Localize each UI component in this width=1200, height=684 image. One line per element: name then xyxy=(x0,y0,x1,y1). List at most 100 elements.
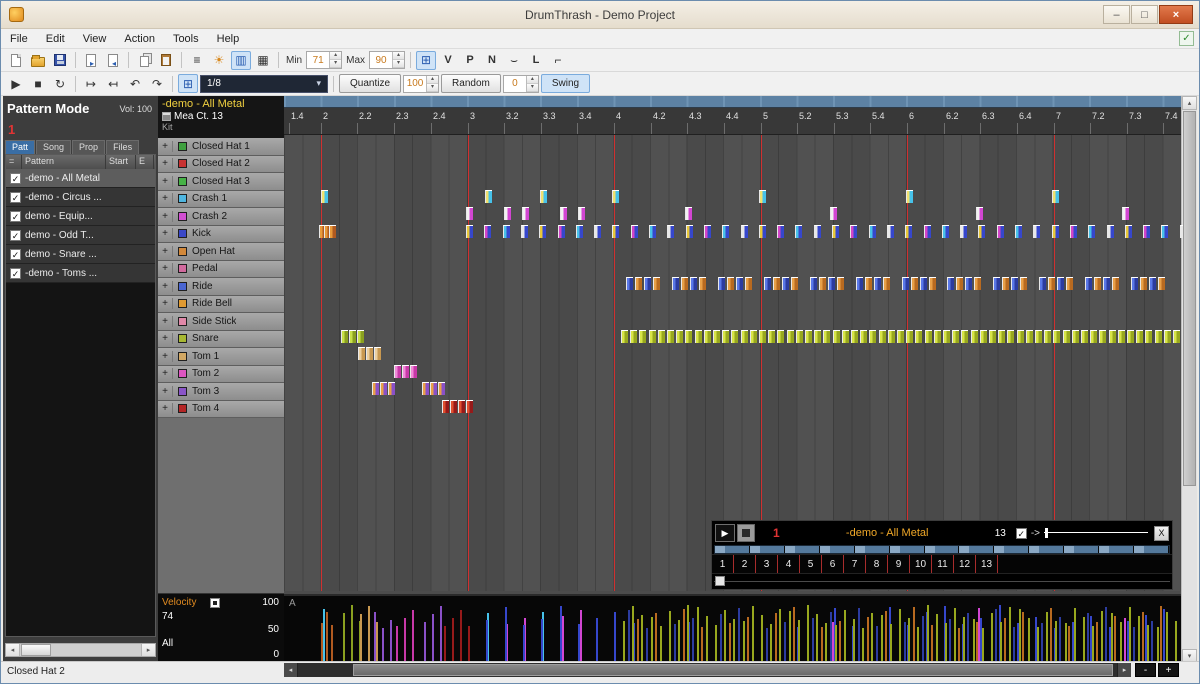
note[interactable] xyxy=(366,347,373,360)
max-spinner[interactable]: 90 ▴▾ xyxy=(369,51,405,69)
velocity-bar[interactable] xyxy=(1009,607,1011,662)
note[interactable] xyxy=(438,382,445,395)
track-row[interactable]: +Closed Hat 1 xyxy=(158,138,284,156)
note[interactable] xyxy=(1070,225,1077,238)
velocity-bar[interactable] xyxy=(1041,623,1043,662)
velocity-bar[interactable] xyxy=(973,619,975,662)
save-button[interactable] xyxy=(50,51,70,70)
velocity-bar[interactable] xyxy=(830,612,832,662)
velocity-bar[interactable] xyxy=(881,615,883,662)
velocity-bar[interactable] xyxy=(1037,627,1039,662)
velocity-bar[interactable] xyxy=(390,620,392,662)
note[interactable] xyxy=(934,330,941,343)
note[interactable] xyxy=(1026,330,1033,343)
velocity-bar[interactable] xyxy=(807,605,809,662)
velocity-bar[interactable] xyxy=(752,606,754,662)
velocity-bar[interactable] xyxy=(460,610,462,662)
note[interactable] xyxy=(860,330,867,343)
velocity-bar[interactable] xyxy=(812,618,814,662)
velocity-bar[interactable] xyxy=(683,609,685,662)
note[interactable] xyxy=(458,400,465,413)
velocity-bar[interactable] xyxy=(505,607,507,662)
note[interactable] xyxy=(961,330,968,343)
step-back-button[interactable]: ↤ xyxy=(103,74,123,93)
note[interactable] xyxy=(1020,277,1027,290)
track-add-button[interactable]: + xyxy=(158,263,173,274)
velocity-bar[interactable] xyxy=(890,624,892,662)
import-button[interactable]: ◂ xyxy=(103,51,123,70)
pattern-checkbox[interactable]: ✓ xyxy=(10,249,21,260)
note[interactable] xyxy=(971,330,978,343)
note[interactable] xyxy=(1143,225,1150,238)
velocity-bar[interactable] xyxy=(1013,627,1015,662)
note[interactable] xyxy=(911,277,918,290)
minimize-button[interactable]: – xyxy=(1103,5,1130,24)
velocity-bar[interactable] xyxy=(523,625,525,662)
velocity-bar[interactable] xyxy=(468,626,470,662)
velocity-bar[interactable] xyxy=(614,612,616,662)
velocity-bar[interactable] xyxy=(821,627,823,662)
velocity-bar[interactable] xyxy=(991,613,993,662)
scroll-thumb[interactable] xyxy=(21,644,51,656)
mini-stop-button[interactable] xyxy=(737,524,755,542)
velocity-bar[interactable] xyxy=(1105,607,1107,662)
velocity-bar[interactable] xyxy=(651,617,653,662)
note[interactable] xyxy=(1007,330,1014,343)
note[interactable] xyxy=(1140,277,1147,290)
note[interactable] xyxy=(727,277,734,290)
note[interactable] xyxy=(422,382,429,395)
track-add-button[interactable]: + xyxy=(158,176,173,187)
velocity-bar[interactable] xyxy=(1050,608,1052,662)
export-button[interactable]: ▸ xyxy=(81,51,101,70)
velocity-bar[interactable] xyxy=(578,624,580,662)
velocity-bar[interactable] xyxy=(862,628,864,662)
note[interactable] xyxy=(869,225,876,238)
mini-position-handle[interactable] xyxy=(715,576,725,586)
note[interactable] xyxy=(787,330,794,343)
velocity-bar[interactable] xyxy=(816,614,818,662)
velocity-bar[interactable] xyxy=(404,618,406,662)
track-add-button[interactable]: + xyxy=(158,193,173,204)
velocity-bar[interactable] xyxy=(761,615,763,662)
velocity-bar[interactable] xyxy=(323,609,325,662)
velocity-bar[interactable] xyxy=(374,612,376,662)
note[interactable] xyxy=(731,330,738,343)
note[interactable] xyxy=(960,225,967,238)
measure-cell[interactable]: 11 xyxy=(932,555,954,573)
velocity-bar[interactable] xyxy=(766,628,768,662)
velocity-bar[interactable] xyxy=(1142,612,1144,662)
note[interactable] xyxy=(980,330,987,343)
note[interactable] xyxy=(1145,330,1152,343)
min-up-icon[interactable]: ▴ xyxy=(330,52,341,60)
measure-cell[interactable]: 9 xyxy=(888,555,910,573)
velocity-bar[interactable] xyxy=(976,622,978,662)
velocity-checkbox[interactable] xyxy=(210,598,220,608)
note[interactable] xyxy=(1118,330,1125,343)
note[interactable] xyxy=(695,330,702,343)
track-row[interactable]: +Tom 4 xyxy=(158,401,284,419)
note[interactable] xyxy=(1033,225,1040,238)
pattern-row[interactable]: ✓demo - Equip... xyxy=(6,207,155,226)
track-add-button[interactable]: + xyxy=(158,403,173,414)
menu-item-edit[interactable]: Edit xyxy=(37,31,74,47)
note[interactable] xyxy=(989,330,996,343)
note[interactable] xyxy=(1063,330,1070,343)
velocity-bar[interactable] xyxy=(687,605,689,662)
menu-item-action[interactable]: Action xyxy=(115,31,164,47)
note[interactable] xyxy=(1057,277,1064,290)
note[interactable] xyxy=(736,277,743,290)
measure-cell[interactable]: 6 xyxy=(822,555,844,573)
velocity-bar[interactable] xyxy=(743,621,745,662)
note[interactable] xyxy=(1112,277,1119,290)
velocity-bar[interactable] xyxy=(562,616,564,662)
note[interactable] xyxy=(540,190,547,203)
velocity-bar[interactable] xyxy=(858,608,860,662)
velocity-bar[interactable] xyxy=(674,624,676,662)
track-row[interactable]: +Tom 1 xyxy=(158,348,284,366)
note[interactable] xyxy=(1122,207,1129,220)
grid-edit-button[interactable]: ⊞ xyxy=(416,51,436,70)
mini-checkbox[interactable]: ✓ xyxy=(1016,528,1027,539)
redo-button[interactable]: ↷ xyxy=(147,74,167,93)
velocity-bar[interactable] xyxy=(784,622,786,662)
note[interactable] xyxy=(649,330,656,343)
